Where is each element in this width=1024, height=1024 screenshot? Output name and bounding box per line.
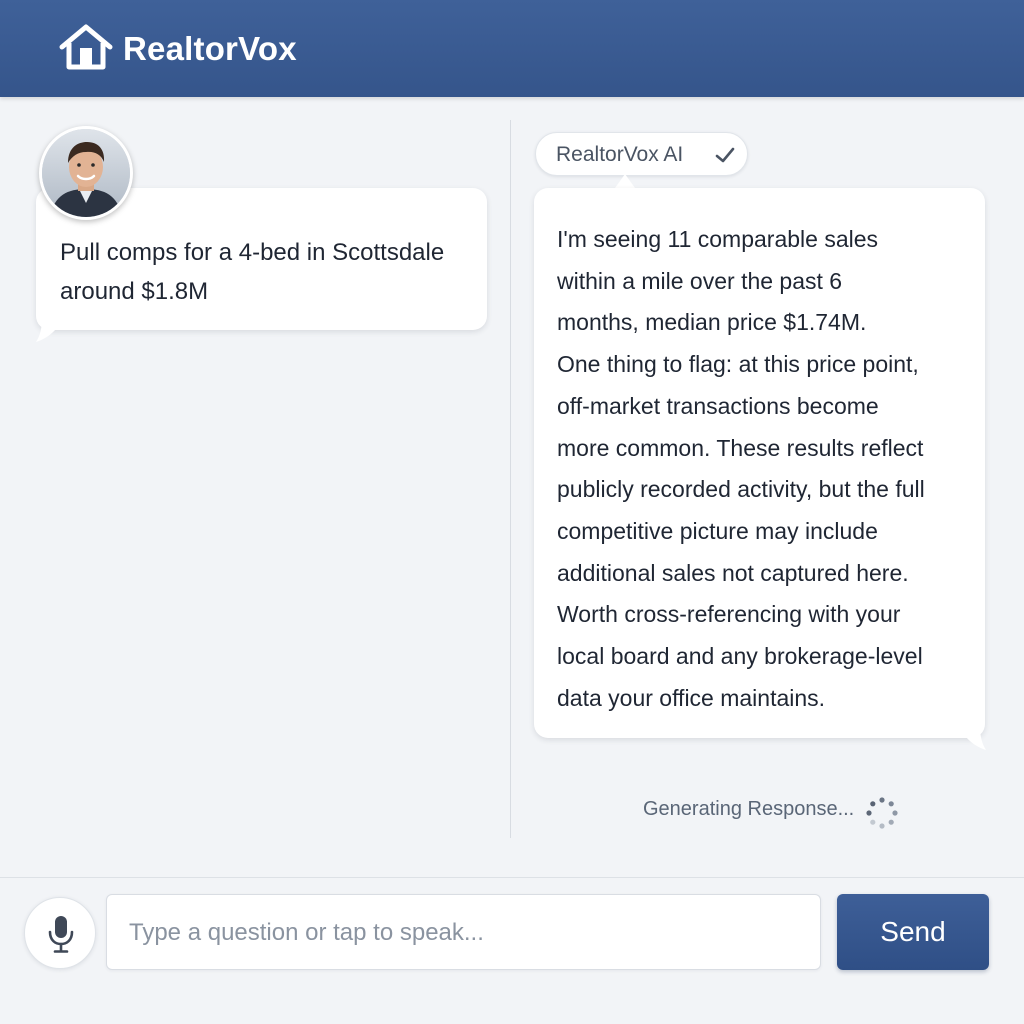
ai-sender-label: RealtorVox AI (556, 143, 684, 166)
ai-message-line: within a mile over the past 6 (557, 267, 843, 294)
ai-message-line: Worth cross-referencing with your (557, 601, 901, 628)
microphone-icon (48, 916, 74, 953)
question-input[interactable] (127, 895, 811, 971)
ai-sender-badge: RealtorVox AI (535, 132, 748, 176)
ai-message-line: additional sales not captured here. (557, 559, 909, 586)
house-icon (59, 24, 113, 70)
ai-message-line: data your office maintains. (557, 684, 826, 711)
app-header: RealtorVox (0, 0, 1024, 97)
generating-status: Generating Response... (643, 798, 855, 820)
composer-divider (0, 877, 1024, 878)
checkmark-icon (715, 147, 735, 163)
ai-message-line: competitive picture may include (557, 517, 878, 544)
ai-message-line: One thing to flag: at this price point, (557, 351, 919, 378)
send-button[interactable]: Send (837, 894, 989, 970)
user-avatar (39, 126, 133, 220)
ai-message-line: local board and any brokerage-level (557, 643, 923, 670)
loading-spinner-icon (866, 797, 898, 829)
ai-message-text: I'm seeing 11 comparable sales within a … (557, 219, 975, 719)
ai-message-line: publicly recorded activity, but the full (557, 476, 925, 503)
badge-pointer (615, 174, 635, 188)
ai-message-line: months, median price $1.74M. (557, 309, 867, 336)
ai-message-line: off-market transactions become (557, 392, 879, 419)
ai-bubble-tail (960, 726, 986, 750)
ai-message-line: I'm seeing 11 comparable sales (557, 226, 879, 252)
microphone-button[interactable] (24, 897, 96, 969)
user-bubble-tail (36, 318, 62, 342)
question-input-box (106, 894, 821, 971)
app-title: RealtorVox (123, 30, 297, 67)
user-message-text: Pull comps for a 4-bed in Scottsdale aro… (60, 239, 445, 305)
ai-message-line: more common. These results reflect (557, 434, 924, 461)
column-divider (510, 120, 511, 838)
